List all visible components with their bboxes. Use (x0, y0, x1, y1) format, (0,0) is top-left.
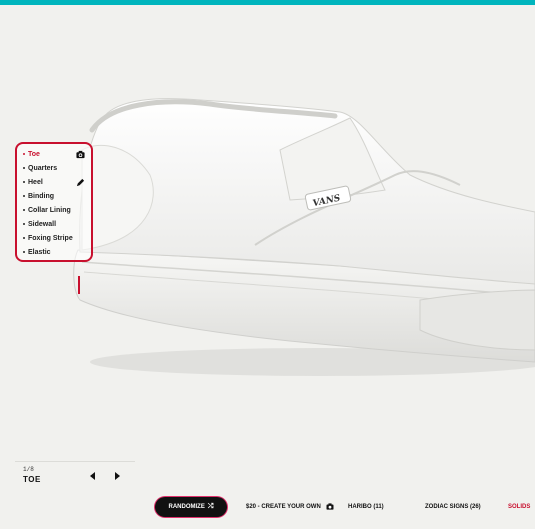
part-item-label: Foxing Stripe (28, 235, 73, 242)
part-item-binding[interactable]: Binding (23, 190, 54, 204)
part-item-label: Elastic (28, 249, 51, 256)
part-item-label: Toe (28, 151, 40, 158)
randomize-label: RANDOMIZE (168, 504, 205, 510)
shoe-preview[interactable]: VANS (0, 0, 535, 529)
part-item-toe[interactable]: Toe (23, 148, 40, 162)
randomize-button[interactable]: RANDOMIZE ⤮ (155, 497, 227, 517)
part-item-sidewall[interactable]: Sidewall (23, 218, 56, 232)
create-your-own-link[interactable]: $20 - CREATE YOUR OWN (246, 500, 334, 514)
arrow-right-icon[interactable] (111, 470, 123, 482)
camera-icon[interactable] (76, 150, 85, 159)
part-item-label: Sidewall (28, 221, 57, 228)
part-item-label: Collar Lining (28, 207, 71, 214)
solids-link[interactable]: SOLIDS (508, 500, 530, 514)
heel-tab (78, 276, 80, 294)
bottom-toolbar: RANDOMIZE ⤮ $20 - CREATE YOUR OWN HARIBO … (0, 496, 535, 520)
camera-icon (326, 503, 334, 510)
arrow-left-icon[interactable] (87, 470, 99, 482)
part-item-elastic[interactable]: Elastic (23, 246, 51, 260)
part-item-label: Binding (28, 193, 55, 200)
current-step-name: TOE (23, 475, 41, 484)
pencil-icon[interactable] (76, 178, 85, 187)
part-item-label: Heel (28, 179, 43, 186)
part-item-heel[interactable]: Heel (23, 176, 43, 190)
step-navigator: 1/8 TOE (15, 461, 135, 490)
part-item-quarters[interactable]: Quarters (23, 162, 57, 176)
part-item-label: Quarters (28, 165, 58, 172)
parts-panel: Toe Quarters Heel Binding Collar Lining … (15, 142, 93, 262)
part-item-collar-lining[interactable]: Collar Lining (23, 204, 71, 218)
part-item-foxing-stripe[interactable]: Foxing Stripe (23, 232, 73, 246)
step-counter: 1/8 (23, 466, 34, 473)
zodiac-signs-link[interactable]: ZODIAC SIGNS (26) (425, 500, 481, 514)
haribo-link[interactable]: HARIBO (11) (348, 500, 384, 514)
shuffle-icon: ⤮ (207, 503, 214, 510)
